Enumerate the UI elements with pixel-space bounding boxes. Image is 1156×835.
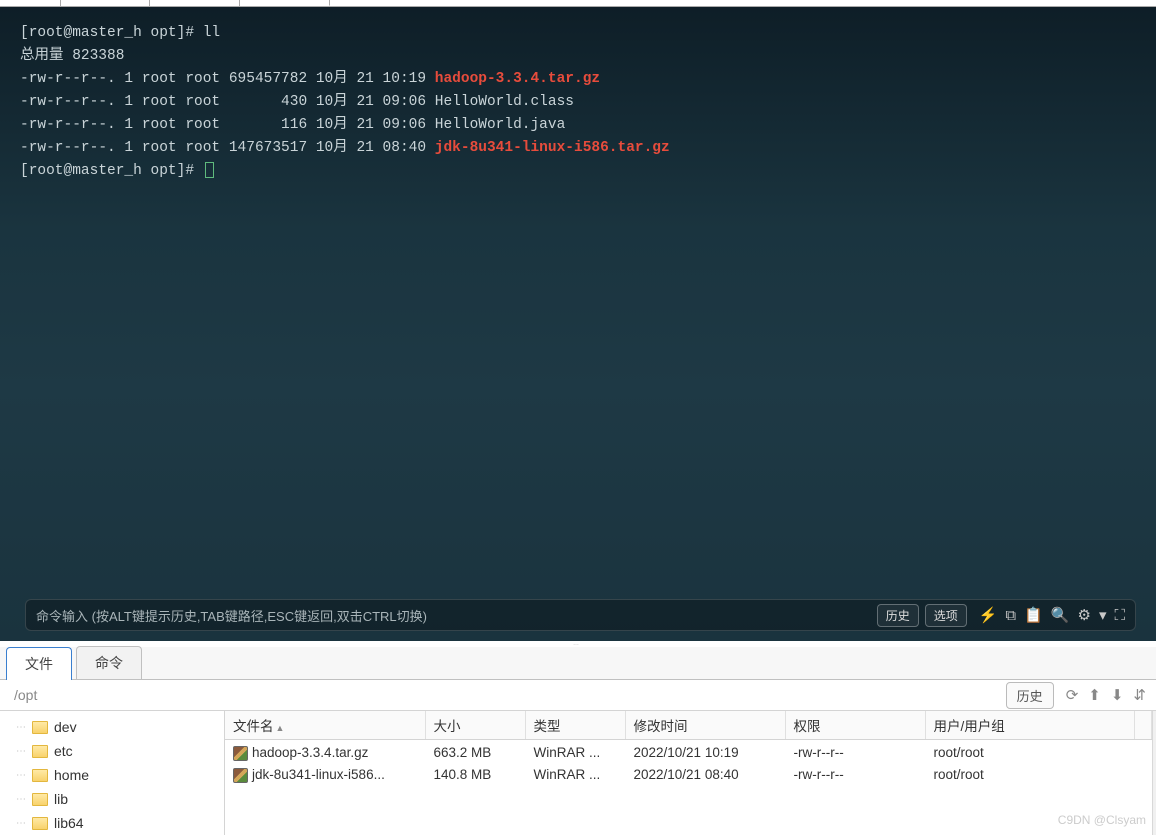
settings-icon[interactable]: ⚙ [1078, 606, 1091, 624]
folder-icon [32, 721, 48, 734]
maximize-icon[interactable]: ⛶ [1114, 607, 1125, 624]
folder-icon [32, 793, 48, 806]
folder-icon [32, 817, 48, 830]
bottom-tabs: 文件 命令 [0, 647, 1156, 680]
tree-item-label: dev [54, 719, 77, 735]
archive-icon [233, 768, 248, 783]
tree-item-label: home [54, 767, 89, 783]
watermark: C9DN @Clsyam [1058, 813, 1146, 827]
chevron-down-icon[interactable]: ▾ [1099, 606, 1107, 624]
paste-icon[interactable]: 📋 [1024, 606, 1043, 624]
options-button[interactable]: 选项 [925, 604, 967, 627]
tree-dots-icon: ⋯ [16, 794, 26, 805]
tree-item-label: etc [54, 743, 73, 759]
tree-item-home[interactable]: ⋯ home [0, 763, 224, 787]
folder-icon [32, 769, 48, 782]
archive-icon [233, 746, 248, 761]
terminal-line: -rw-r--r--. 1 root root 116 10月 21 09:06… [20, 114, 1136, 137]
folder-icon [32, 745, 48, 758]
transfer-icon[interactable]: ⇵ [1133, 686, 1146, 704]
terminal-output[interactable]: [root@master_h opt]# ll 总用量 823388 -rw-r… [0, 7, 1156, 198]
tree-item-dev[interactable]: ⋯ dev [0, 715, 224, 739]
copy-icon[interactable]: ⧉ [1005, 607, 1016, 624]
terminal-prompt: [root@master_h opt]# [20, 160, 1136, 183]
tree-item-label: lib64 [54, 815, 84, 831]
terminal-line: -rw-r--r--. 1 root root 430 10月 21 09:06… [20, 91, 1136, 114]
tree-item-lib[interactable]: ⋯ lib [0, 787, 224, 811]
bolt-icon[interactable]: ⚡ [979, 606, 998, 624]
file-table: 文件名▲ 大小 类型 修改时间 权限 用户/用户组 hadoop-3.3.4.t… [225, 711, 1152, 786]
tree-dots-icon: ⋯ [16, 770, 26, 781]
table-row[interactable]: jdk-8u341-linux-i586...140.8 MBWinRAR ..… [225, 764, 1152, 786]
terminal-line: 总用量 823388 [20, 45, 1136, 68]
download-icon[interactable]: ⬇ [1111, 686, 1124, 704]
terminal-line: -rw-r--r--. 1 root root 147673517 10月 21… [20, 137, 1136, 160]
search-icon[interactable]: 🔍 [1051, 606, 1070, 624]
command-input-placeholder: 命令输入 (按ALT键提示历史,TAB键路径,ESC键返回,双击CTRL切换) [36, 606, 871, 625]
path-history-button[interactable]: 历史 [1006, 682, 1054, 709]
history-button[interactable]: 历史 [877, 604, 919, 627]
path-display[interactable]: /opt [10, 687, 1006, 703]
table-header[interactable]: 文件名▲ 大小 类型 修改时间 权限 用户/用户组 [225, 711, 1152, 740]
refresh-icon[interactable]: ⟳ [1066, 686, 1079, 704]
tree-item-label: lib [54, 791, 68, 807]
path-bar: /opt 历史 ⟳ ⬆ ⬇ ⇵ [0, 680, 1156, 710]
terminal-line: -rw-r--r--. 1 root root 695457782 10月 21… [20, 68, 1136, 91]
terminal-line: [root@master_h opt]# ll [20, 22, 1136, 45]
command-input-bar[interactable]: 命令输入 (按ALT键提示历史,TAB键路径,ESC键返回,双击CTRL切换) … [25, 599, 1136, 631]
tree-dots-icon: ⋯ [16, 746, 26, 757]
tree-item-lib64[interactable]: ⋯ lib64 [0, 811, 224, 835]
file-panel: 文件 命令 /opt 历史 ⟳ ⬆ ⬇ ⇵ ⋯dev⋯etc⋯home⋯lib⋯… [0, 647, 1156, 835]
session-tabs[interactable] [0, 0, 1156, 7]
tree-dots-icon: ⋯ [16, 722, 26, 733]
tab-command[interactable]: 命令 [76, 646, 142, 679]
table-row[interactable]: hadoop-3.3.4.tar.gz663.2 MBWinRAR ...202… [225, 740, 1152, 764]
folder-tree[interactable]: ⋯ dev ⋯ etc ⋯ home ⋯ lib ⋯ lib64 [0, 711, 225, 835]
tree-dots-icon: ⋯ [16, 818, 26, 829]
sort-asc-icon: ▲ [276, 723, 285, 733]
tree-item-etc[interactable]: ⋯ etc [0, 739, 224, 763]
terminal-panel: [root@master_h opt]# ll 总用量 823388 -rw-r… [0, 7, 1156, 641]
cursor-icon [205, 162, 214, 178]
tab-file[interactable]: 文件 [6, 647, 72, 680]
upload-icon[interactable]: ⬆ [1088, 686, 1101, 704]
